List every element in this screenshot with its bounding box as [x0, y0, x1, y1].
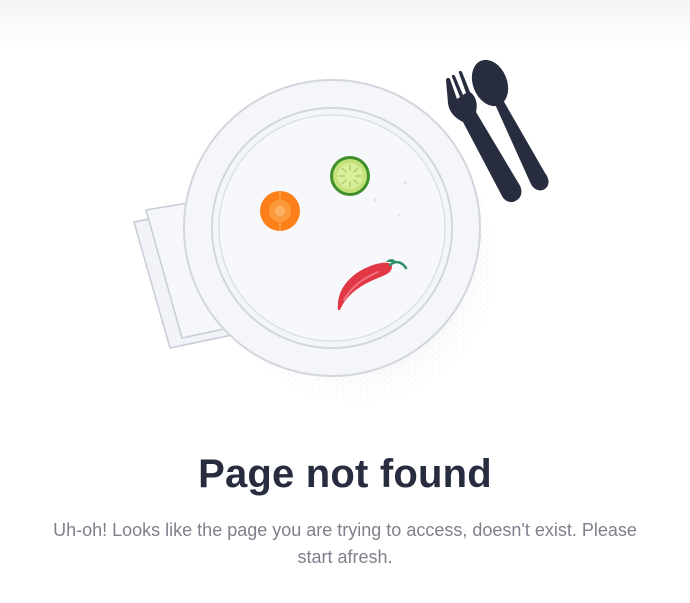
page-title: Page not found: [198, 452, 492, 496]
plate-icon: [183, 79, 481, 377]
not-found-page: Page not found Uh-oh! Looks like the pag…: [0, 0, 690, 603]
cucumber-slice-icon: [330, 156, 370, 196]
empty-plate-illustration: [133, 59, 549, 403]
error-message: Uh-oh! Looks like the page you are tryin…: [53, 520, 637, 567]
carrot-slice-icon: [260, 191, 300, 231]
